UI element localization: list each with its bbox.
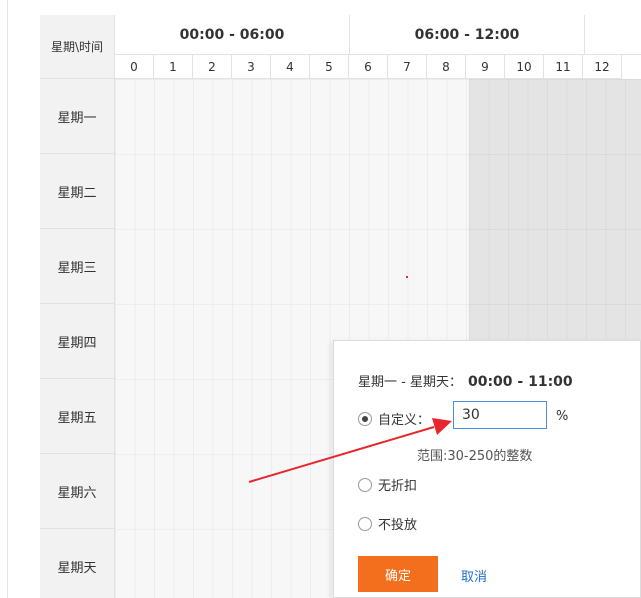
option-custom-label: 自定义：: [378, 413, 431, 428]
hour-header-row: 0 1 2 3 4 5 6 7 8 9 10 11 12: [115, 55, 622, 79]
option-custom[interactable]: 自定义：: [358, 409, 430, 428]
hour-header: 2: [193, 55, 232, 79]
hour-header: 7: [388, 55, 427, 79]
period-header-0: 00:00 - 06:00: [115, 15, 350, 55]
hour-header: 0: [115, 55, 154, 79]
radio-no-delivery[interactable]: [358, 516, 372, 531]
option-no-delivery-label: 不投放: [378, 518, 418, 533]
hour-header: 12: [583, 55, 622, 79]
period-header-2: [585, 15, 641, 55]
day-label-thursday: 星期四: [40, 304, 115, 379]
hour-header: 5: [310, 55, 349, 79]
popup-day-range: 星期一 - 星期天：: [358, 375, 462, 390]
radio-no-discount[interactable]: [358, 477, 372, 492]
day-label-monday: 星期一: [40, 79, 115, 154]
day-column: 星期一 星期二 星期三 星期四 星期五 星期六 星期天: [40, 79, 115, 598]
percent-unit: %: [556, 409, 569, 424]
day-label-tuesday: 星期二: [40, 154, 115, 229]
popup-title: 星期一 - 星期天： 00:00 - 11:00: [358, 371, 573, 390]
cursor-dot: [406, 276, 408, 278]
hour-header: 11: [544, 55, 583, 79]
left-divider: [7, 0, 8, 598]
cancel-link[interactable]: 取消: [461, 566, 487, 585]
day-label-saturday: 星期六: [40, 454, 115, 529]
hour-header: 10: [505, 55, 544, 79]
option-no-delivery[interactable]: 不投放: [358, 514, 417, 533]
hour-header: 4: [271, 55, 310, 79]
option-no-discount-label: 无折扣: [378, 479, 418, 494]
popup-time-range: 00:00 - 11:00: [467, 374, 573, 390]
radio-custom[interactable]: [358, 411, 372, 426]
discount-popup: 星期一 - 星期天： 00:00 - 11:00 自定义： % 范围:30-250…: [333, 340, 641, 598]
hour-header: 1: [154, 55, 193, 79]
range-hint: 范围:30-250的整数: [417, 449, 533, 464]
hour-header: 6: [349, 55, 388, 79]
period-header-1: 06:00 - 12:00: [350, 15, 585, 55]
discount-percent-input[interactable]: [453, 401, 547, 429]
hour-header: 3: [232, 55, 271, 79]
day-label-wednesday: 星期三: [40, 229, 115, 304]
day-label-sunday: 星期天: [40, 529, 115, 598]
confirm-button[interactable]: 确定: [358, 556, 438, 592]
option-no-discount[interactable]: 无折扣: [358, 475, 417, 494]
hour-header: 9: [466, 55, 505, 79]
corner-header: 星期\时间: [40, 15, 115, 79]
day-label-friday: 星期五: [40, 379, 115, 454]
hour-header: 8: [427, 55, 466, 79]
